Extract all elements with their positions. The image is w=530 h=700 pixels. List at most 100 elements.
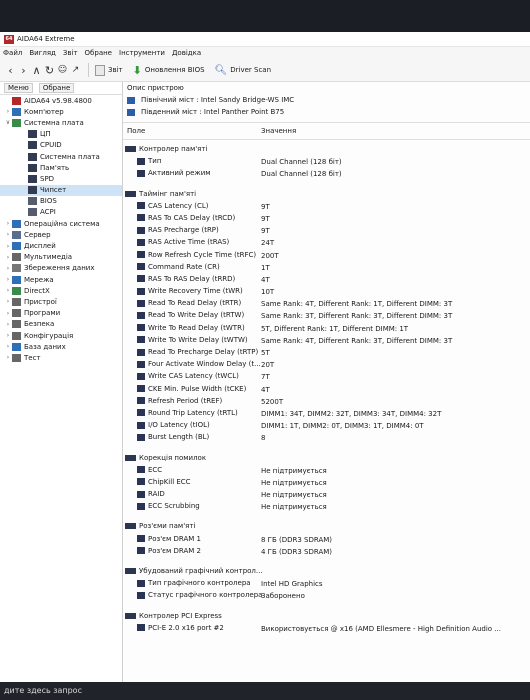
tree-item[interactable]: › Безпека [0,319,122,330]
chevron-right-icon[interactable]: › [4,220,12,227]
driver-scan-button[interactable]: 🔍︎ Driver Scan [215,65,272,76]
property-row[interactable]: RAS To RAS Delay (tRRD) 4T [123,274,530,286]
property-row[interactable]: Command Rate (CR) 1T [123,262,530,274]
tree-item[interactable]: › Мережа [0,274,122,285]
property-row[interactable]: RAS Precharge (tRP) 9T [123,225,530,237]
property-row[interactable]: Round Trip Latency (tRTL) DIMM1: 34T, DIM… [123,408,530,420]
tree-item[interactable]: › Збереження даних [0,263,122,274]
chart-icon[interactable]: ↗ [69,65,82,75]
property-row[interactable]: PCI-E 2.0 x16 port #2 Використовується @ … [123,623,530,635]
property-row[interactable]: Статус графічного контролера Заборонено [123,590,530,602]
tree-item[interactable]: SPD [0,173,122,184]
chevron-right-icon[interactable]: › [4,276,12,283]
tab-favorites[interactable]: Обране [38,83,75,93]
tree-item[interactable]: › Дисплей [0,240,122,251]
property-row[interactable]: Write To Read Delay (tWTR) 5T, Different … [123,323,530,335]
tree-item[interactable]: ЦП [0,129,122,140]
chevron-right-icon[interactable]: › [4,108,12,115]
menu-report[interactable]: Звіт [63,49,78,57]
property-row[interactable]: Write CAS Latency (tWCL) 7T [123,371,530,383]
property-row[interactable]: ChipKill ECC Не підтримується [123,477,530,489]
property-row[interactable]: Refresh Period (tREF) 5200T [123,396,530,408]
chevron-right-icon[interactable]: › [4,343,12,350]
tree-item[interactable]: ∨ Системна плата [0,117,122,128]
device-item-southbridge[interactable]: Південний міст : Intel Panther Point B75 [123,106,530,118]
property-row[interactable]: RAS To CAS Delay (tRCD) 9T [123,213,530,225]
section-header[interactable]: Контролер пам'яті [123,144,530,156]
property-row[interactable]: Активний режим Dual Channel (128 біт) [123,168,530,180]
section-header[interactable]: Корекція помилок [123,453,530,465]
device-item-northbridge[interactable]: Північний міст : Intel Sandy Bridge-WS I… [123,94,530,106]
tree-item[interactable]: ACPI [0,207,122,218]
tree-item[interactable]: Системна плата [0,151,122,162]
property-row[interactable]: CAS Latency (CL) 9T [123,201,530,213]
section-header[interactable]: Контролер PCI Express [123,611,530,623]
section-header[interactable]: Роз'єми пам'яті [123,521,530,533]
tree-item[interactable]: › Тест [0,352,122,363]
property-row[interactable]: ECC Не підтримується [123,465,530,477]
tree-item[interactable]: Чипсет [0,184,122,196]
tree-item[interactable]: › DirectX [0,285,122,296]
tree-item[interactable]: › Операційна система [0,218,122,229]
tree-item[interactable]: › Програми [0,308,122,319]
tree-item[interactable]: AIDA64 v5.98.4800 [0,95,122,106]
menu-tools[interactable]: Інструменти [119,49,165,57]
section-header[interactable]: Убудований графічний контрол... [123,566,530,578]
menu-favorites[interactable]: Обране [85,49,112,57]
chevron-right-icon[interactable]: › [4,231,12,238]
chevron-right-icon[interactable]: › [4,310,12,317]
refresh-icon[interactable]: ↻ [43,64,56,77]
chevron-right-icon[interactable]: › [4,265,12,272]
tree-item[interactable]: › Пристрої [0,296,122,307]
property-row[interactable]: I/O Latency (tIOL) DIMM1: 1T, DIMM2: 0T, … [123,420,530,432]
property-row[interactable]: Row Refresh Cycle Time (tRFC) 200T [123,250,530,262]
tree-item[interactable]: › Мультимедіа [0,252,122,263]
property-row[interactable]: Read To Precharge Delay (tRTP) 5T [123,347,530,359]
property-row[interactable]: RAS Active Time (tRAS) 24T [123,237,530,249]
chevron-right-icon[interactable]: › [4,354,12,361]
chevron-right-icon[interactable]: › [4,298,12,305]
tree-item[interactable]: CPUID [0,140,122,151]
forward-icon[interactable]: › [17,64,30,77]
property-row[interactable]: Burst Length (BL) 8 [123,432,530,444]
property-row[interactable]: RAID Не підтримується [123,489,530,501]
column-field[interactable]: Поле [127,127,145,135]
property-row[interactable]: Read To Write Delay (tRTW) Same Rank: 3T,… [123,310,530,322]
report-button[interactable]: Звіт [95,64,123,76]
tree-item[interactable]: Пам'ять [0,162,122,173]
column-value[interactable]: Значення [261,127,296,135]
menu-view[interactable]: Вигляд [29,49,56,57]
bios-update-button[interactable]: ⬇ Оновлення BIOS [133,64,205,77]
tab-menu[interactable]: Меню [4,83,33,93]
os-icon [12,219,21,228]
taskbar-search-box[interactable]: дите здесь запрос [4,686,82,695]
property-row[interactable]: Write Recovery Time (tWR) 10T [123,286,530,298]
chevron-right-icon[interactable]: › [4,287,12,294]
property-row[interactable]: Four Activate Window Delay (t... 20T [123,359,530,371]
menu-help[interactable]: Довідка [172,49,201,57]
tree-item[interactable]: › Конфігурація [0,330,122,341]
property-row[interactable]: Тип графічного контролера Intel HD Graphi… [123,578,530,590]
back-icon[interactable]: ‹ [4,64,17,77]
chevron-right-icon[interactable]: › [4,321,12,328]
property-row[interactable]: Read To Read Delay (tRTR) Same Rank: 4T, … [123,298,530,310]
chevron-right-icon[interactable]: › [4,243,12,250]
chevron-right-icon[interactable]: › [4,332,12,339]
tree-item[interactable]: › Комп'ютер [0,106,122,117]
chevron-down-icon[interactable]: ∨ [4,119,12,126]
chevron-right-icon[interactable]: › [4,254,12,261]
property-row[interactable]: CKE Min. Pulse Width (tCKE) 4T [123,384,530,396]
tree-item[interactable]: › Сервер [0,229,122,240]
property-row[interactable]: Write To Write Delay (tWTW) Same Rank: 4T… [123,335,530,347]
property-row[interactable]: Роз'єм DRAM 2 4 ГБ (DDR3 SDRAM) [123,546,530,558]
property-row[interactable]: ECC Scrubbing Не підтримується [123,501,530,513]
menu-file[interactable]: Файл [3,49,22,57]
property-row[interactable]: Роз'єм DRAM 1 8 ГБ (DDR3 SDRAM) [123,534,530,546]
tree-item[interactable]: BIOS [0,196,122,207]
user-icon[interactable]: ☺ [56,65,69,75]
section-header[interactable]: Таймінг пам'яті [123,189,530,201]
property-row[interactable]: Тип Dual Channel (128 біт) [123,156,530,168]
tree-item[interactable]: › База даних [0,341,122,352]
up-icon[interactable]: ∧ [30,64,43,77]
